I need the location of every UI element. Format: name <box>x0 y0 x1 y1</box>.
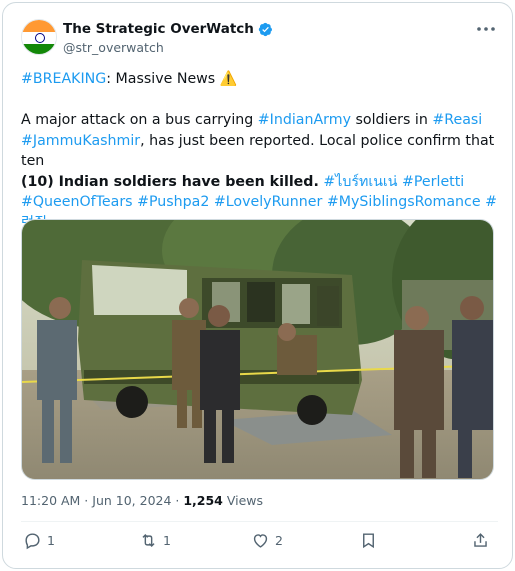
reply-button[interactable]: 1 <box>23 531 55 550</box>
heart-icon <box>253 534 268 548</box>
reply-icon <box>25 533 40 550</box>
author-handle[interactable]: @str_overwatch <box>63 40 164 55</box>
like-button[interactable]: 2 <box>251 531 283 550</box>
bold-text: (10) Indian soldiers have been killed. <box>21 173 319 190</box>
action-bar: 1 1 2 <box>21 531 501 555</box>
hashtag-link[interactable]: #IndianArmy <box>258 112 351 128</box>
hashtag-link[interactable]: #JammuKashmir <box>21 133 140 149</box>
retweet-icon <box>142 533 155 548</box>
views-count: 1,254 <box>183 493 223 508</box>
bus-attack-photo <box>22 220 493 479</box>
tweet-media-image[interactable] <box>21 219 494 480</box>
hashtag-link[interactable]: #MySiblingsRomance <box>327 194 481 210</box>
bookmark-button[interactable] <box>359 531 378 550</box>
verified-badge-icon <box>258 22 272 36</box>
ashoka-chakra-icon <box>35 33 45 43</box>
retweet-count: 1 <box>163 533 171 548</box>
tweet-card: The Strategic OverWatch @str_overwatch #… <box>2 2 513 569</box>
display-name[interactable]: The Strategic OverWatch <box>63 21 254 37</box>
views-label: Views <box>222 493 264 508</box>
hashtag-link[interactable]: #BREAKING <box>21 71 106 87</box>
hashtag-link[interactable]: #Reasi <box>432 112 482 128</box>
text-segment: soldiers in <box>350 112 433 128</box>
tweet-meta: 11:20 AM · Jun 10, 2024 · 1,254 Views <box>21 493 263 508</box>
avatar[interactable] <box>21 19 57 55</box>
share-button[interactable] <box>471 531 490 550</box>
bookmark-icon <box>363 533 374 549</box>
share-icon <box>474 533 487 547</box>
hashtag-link[interactable]: #Pushpa2 <box>137 194 209 210</box>
retweet-button[interactable]: 1 <box>139 531 171 550</box>
divider <box>21 521 498 522</box>
reply-count: 1 <box>47 533 55 548</box>
hashtag-link[interactable]: #ไบร์ทเนเน่ <box>323 174 397 190</box>
timestamp[interactable]: 11:20 AM · Jun 10, 2024 · <box>21 493 183 508</box>
author-name-row: The Strategic OverWatch <box>63 21 273 37</box>
like-count: 2 <box>275 533 283 548</box>
hashtag-link[interactable]: #QueenOfTears <box>21 194 133 210</box>
hashtag-link[interactable]: #Perletti <box>402 174 464 190</box>
more-options-icon[interactable] <box>474 17 498 41</box>
hashtag-link[interactable]: #LovelyRunner <box>214 194 322 210</box>
